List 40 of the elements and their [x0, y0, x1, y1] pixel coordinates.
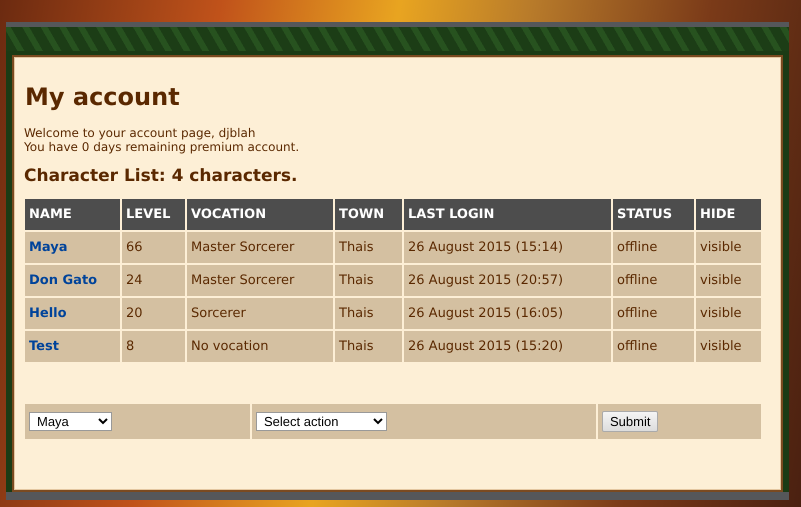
character-link[interactable]: Hello: [29, 306, 67, 322]
table-cell: Thais: [335, 265, 402, 296]
table-cell: No vocation: [187, 331, 333, 362]
table-cell: offline: [613, 298, 694, 330]
table-cell: 8: [122, 331, 185, 362]
column-header: LEVEL: [122, 199, 185, 230]
intro-text: Welcome to your account page, djblah: [24, 126, 256, 140]
table-cell: offline: [613, 265, 694, 296]
table-cell: Thais: [335, 232, 402, 264]
table-cell: 26 August 2015 (15:14): [404, 232, 611, 264]
column-header: TOWN: [335, 199, 402, 230]
table-cell: visible: [696, 331, 761, 362]
table-cell: offline: [613, 232, 694, 264]
table-cell: Master Sorcerer: [187, 265, 333, 296]
table-cell: Thais: [335, 298, 402, 330]
table-cell: visible: [696, 265, 761, 296]
table-cell: 66: [122, 232, 185, 264]
page-title: My account: [25, 85, 181, 109]
column-header: HIDE: [696, 199, 761, 230]
table-cell: 26 August 2015 (16:05): [404, 298, 611, 330]
action-dropdown[interactable]: Select action: [256, 412, 387, 431]
column-header: NAME: [25, 199, 120, 230]
table-cell: Thais: [335, 331, 402, 362]
table-cell: Sorcerer: [187, 298, 333, 330]
table-cell: offline: [613, 331, 694, 362]
column-header: VOCATION: [187, 199, 333, 230]
table-cell: 26 August 2015 (15:20): [404, 331, 611, 362]
column-header: STATUS: [613, 199, 694, 230]
table-cell: Master Sorcerer: [187, 232, 333, 264]
table-cell: visible: [696, 298, 761, 330]
submit-button[interactable]: Submit: [602, 411, 658, 432]
table-cell: 24: [122, 265, 185, 296]
table-cell: visible: [696, 232, 761, 264]
character-dropdown[interactable]: Maya: [29, 412, 112, 431]
table-cell: 26 August 2015 (20:57): [404, 265, 611, 296]
section-heading: Character List: 4 characters.: [24, 166, 299, 186]
column-header: LAST LOGIN: [404, 199, 611, 230]
character-link[interactable]: Test: [29, 339, 59, 354]
table-cell: 20: [122, 298, 185, 330]
intro-text: You have 0 days remaining premium account.: [24, 140, 300, 154]
